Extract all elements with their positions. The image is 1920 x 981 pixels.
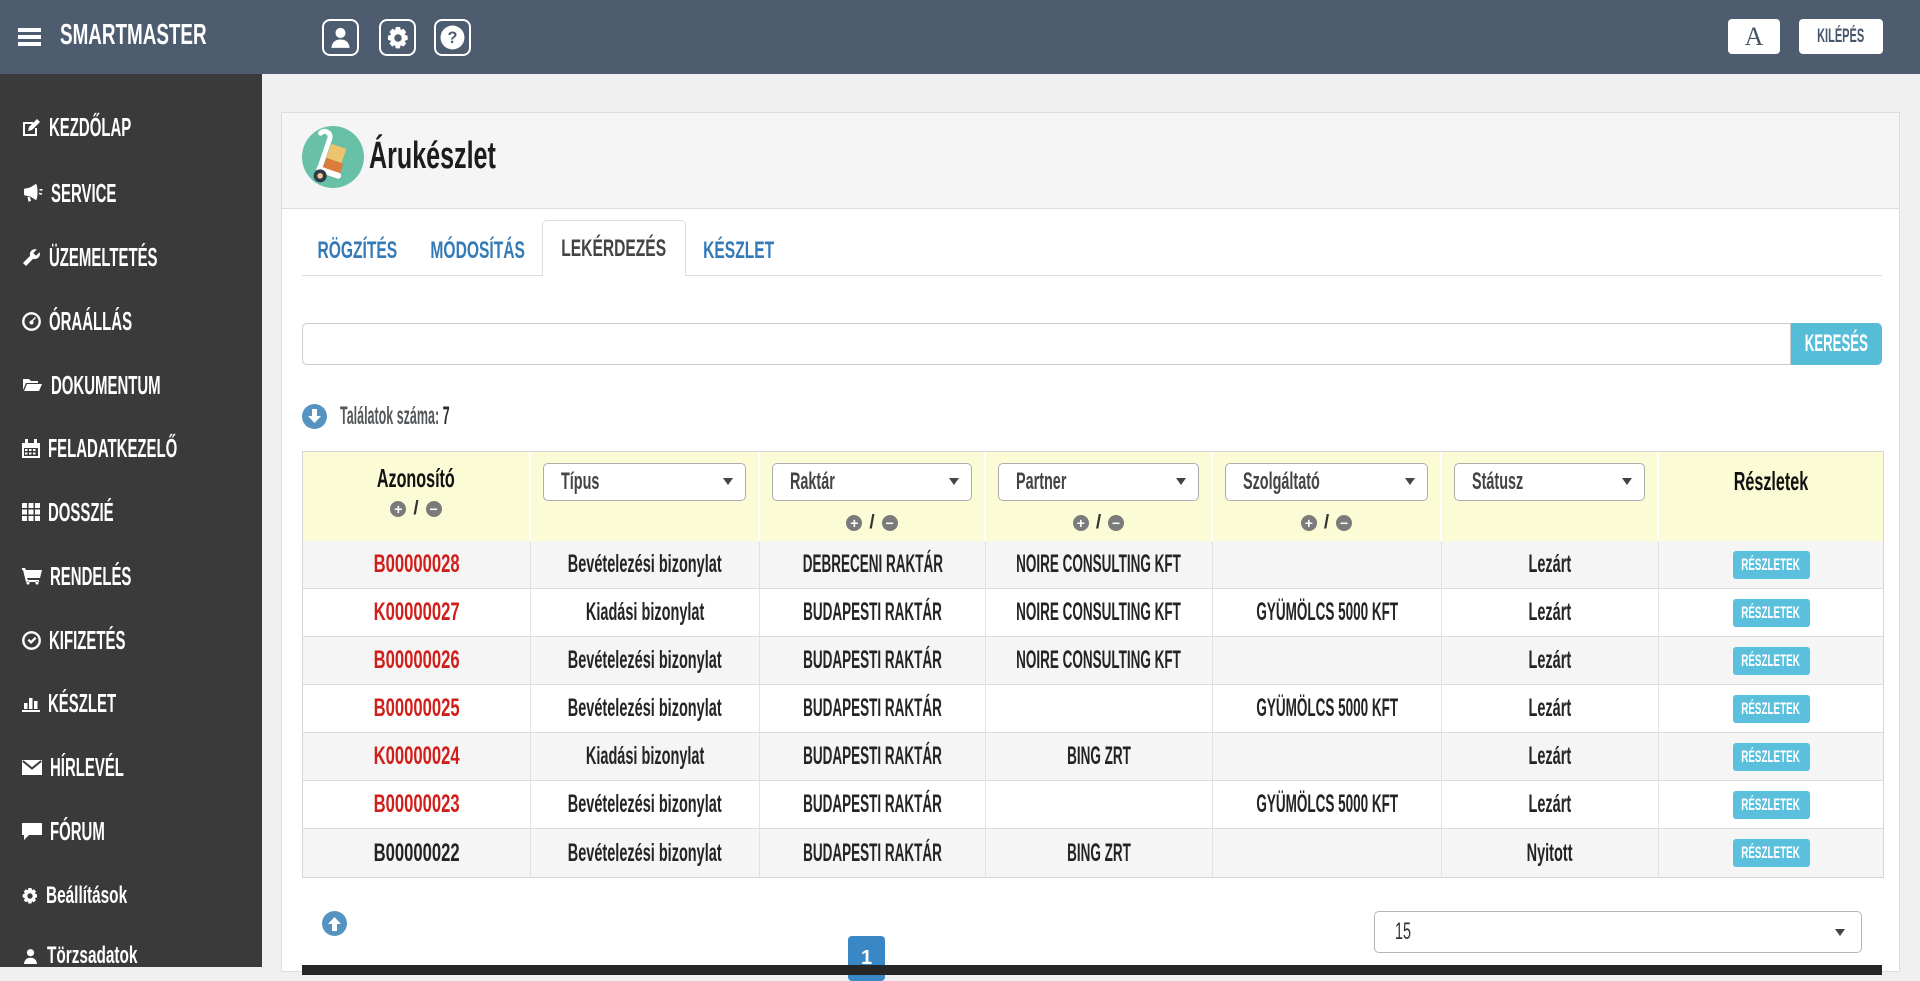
svg-text:?: ? [448, 29, 458, 47]
